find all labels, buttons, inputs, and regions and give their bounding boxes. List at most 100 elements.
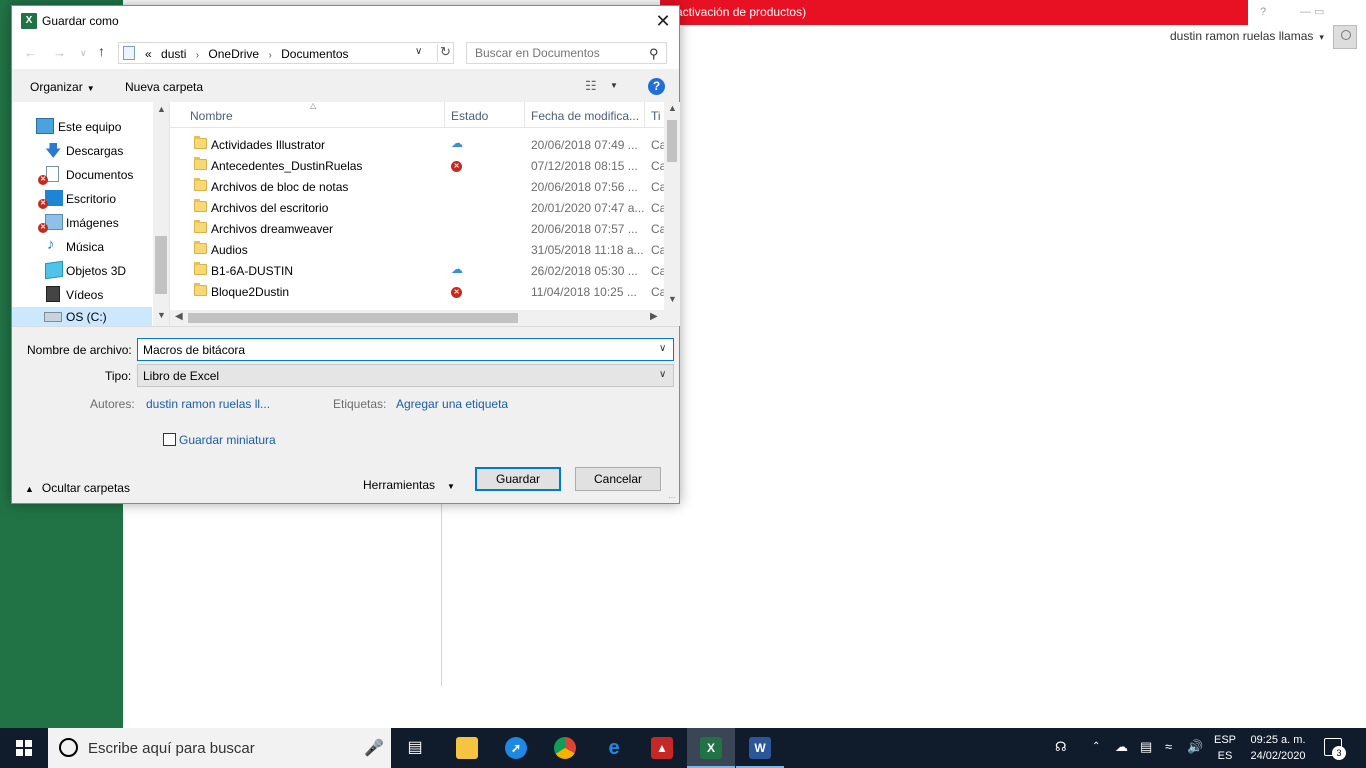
window-controls[interactable]: — ▭ <box>1300 5 1324 18</box>
cloud-icon: ☁ <box>451 262 463 276</box>
app-red-icon[interactable]: ▲ <box>638 728 686 768</box>
onedrive-icon[interactable]: ☁ <box>1115 739 1128 755</box>
file-row[interactable]: Archivos dreamweaver 20/06/2018 07:57 ..… <box>170 218 664 239</box>
column-header-status[interactable]: Estado <box>451 109 488 123</box>
chevron-down-icon[interactable]: ∨ <box>415 46 422 57</box>
scroll-left-icon[interactable]: ◀ <box>175 311 183 322</box>
search-box: ⚲ <box>466 42 667 64</box>
close-button[interactable]: ✕ <box>649 8 677 34</box>
breadcrumb-item[interactable]: dusti <box>161 47 186 61</box>
language-indicator[interactable]: ESP ES <box>1214 732 1236 764</box>
computer-icon <box>36 118 54 134</box>
folder-icon <box>194 241 207 254</box>
scroll-up-icon[interactable]: ▲ <box>668 103 677 113</box>
file-list-horizontal-scrollbar[interactable]: ◀ ▶ <box>170 310 680 326</box>
nav-item-este-equipo[interactable]: Este equipo <box>12 115 152 139</box>
view-options-icon[interactable]: ☷ <box>585 78 597 94</box>
breadcrumb-overflow[interactable]: « <box>145 47 152 61</box>
file-list-scrollbar[interactable]: ▲ ▼ <box>664 102 680 310</box>
add-tag-link[interactable]: Agregar una etiqueta <box>396 397 508 411</box>
save-button[interactable]: Guardar <box>475 467 561 491</box>
scrollbar-thumb[interactable] <box>155 236 167 294</box>
task-view-icon[interactable]: ▤ <box>391 728 439 768</box>
tools-button[interactable]: Herramientas ▼ <box>363 478 455 492</box>
navigation-scrollbar[interactable]: ▲ ▼ <box>153 102 169 326</box>
word-icon[interactable]: W <box>736 728 784 768</box>
navigation-pane: Este equipo 🡇 Descargas ✕ Documentos ✕ E… <box>12 102 169 326</box>
music-icon: ♪ <box>47 236 55 253</box>
back-arrow-icon[interactable]: ← <box>24 45 37 60</box>
file-row[interactable]: Antecedentes_DustinRuelas ✕ 07/12/2018 0… <box>170 155 664 176</box>
breadcrumb-item[interactable]: OneDrive <box>208 47 259 61</box>
safari-icon[interactable]: ➚ <box>492 728 540 768</box>
file-type-select[interactable]: Libro de Excel ∨ <box>137 364 674 387</box>
chrome-icon[interactable] <box>541 728 589 768</box>
up-arrow-icon[interactable]: ↑ <box>98 43 105 59</box>
nav-item-os-c[interactable]: OS (C:) <box>12 307 152 326</box>
chevron-right-icon[interactable]: › <box>196 50 199 61</box>
file-row[interactable]: Audios 31/05/2018 11:18 a... Ca <box>170 239 664 260</box>
chevron-right-icon[interactable]: › <box>268 50 271 61</box>
search-input[interactable] <box>467 43 645 63</box>
breadcrumb-item[interactable]: Documentos <box>281 47 348 61</box>
nav-item-descargas[interactable]: 🡇 Descargas <box>12 139 152 163</box>
clock[interactable]: 09:25 a. m. 24/02/2020 <box>1246 732 1310 764</box>
help-icon[interactable]: ? <box>648 78 665 95</box>
recent-locations-icon[interactable]: ∨ <box>80 48 87 59</box>
volume-icon[interactable]: 🔊 <box>1187 739 1203 755</box>
scrollbar-thumb[interactable] <box>188 313 518 323</box>
edge-icon[interactable]: e <box>590 728 638 768</box>
save-thumbnail-label[interactable]: Guardar miniatura <box>179 433 276 447</box>
scroll-down-icon[interactable]: ▼ <box>157 310 166 320</box>
authors-link[interactable]: dustin ramon ruelas ll... <box>146 397 270 411</box>
avatar[interactable] <box>1333 25 1357 49</box>
scroll-right-icon[interactable]: ▶ <box>650 311 658 322</box>
search-icon[interactable]: ⚲ <box>649 46 659 62</box>
hide-folders-button[interactable]: ▲ Ocultar carpetas <box>25 481 130 495</box>
folder-icon <box>194 220 207 233</box>
nav-item-musica[interactable]: ♪ Música <box>12 235 152 259</box>
taskbar-search-box[interactable]: Escribe aquí para buscar 🎤 <box>48 728 391 768</box>
chevron-down-icon[interactable]: ▼ <box>610 81 618 90</box>
column-header-date[interactable]: Fecha de modifica... <box>531 109 639 123</box>
chevron-up-icon[interactable]: ⌃ <box>1092 741 1100 752</box>
column-divider[interactable] <box>644 102 645 128</box>
microphone-icon[interactable]: 🎤 <box>364 738 384 758</box>
people-icon[interactable]: ☊ <box>1055 739 1067 755</box>
help-icon[interactable]: ? <box>1260 6 1266 18</box>
nav-item-escritorio[interactable]: ✕ Escritorio <box>12 187 152 211</box>
column-divider[interactable] <box>444 102 445 128</box>
column-header-type[interactable]: Ti <box>651 109 664 123</box>
nav-item-videos[interactable]: Vídeos <box>12 283 152 307</box>
network-icon[interactable]: ▤ <box>1140 739 1152 755</box>
address-bar[interactable]: « dusti › OneDrive › Documentos ∨ ↻ <box>118 42 454 64</box>
account-name[interactable]: dustin ramon ruelas llamas ▾ <box>1170 29 1324 43</box>
scrollbar-thumb[interactable] <box>667 120 677 162</box>
excel-icon[interactable]: X <box>687 728 735 768</box>
file-row[interactable]: Bloque2Dustin ✕ 11/04/2018 10:25 ... Ca <box>170 281 664 302</box>
scroll-down-icon[interactable]: ▼ <box>668 294 677 304</box>
nav-item-objetos-3d[interactable]: Objetos 3D <box>12 259 152 283</box>
file-row[interactable]: Actividades Illustrator ☁ 20/06/2018 07:… <box>170 134 664 155</box>
nav-item-documentos[interactable]: ✕ Documentos <box>12 163 152 187</box>
activation-banner[interactable]: activación de productos) <box>660 0 1248 25</box>
nav-item-imagenes[interactable]: ✕ Imágenes <box>12 211 152 235</box>
scroll-up-icon[interactable]: ▲ <box>157 104 166 114</box>
resize-grip-icon[interactable]: ⋯ <box>668 493 676 502</box>
column-divider[interactable] <box>524 102 525 128</box>
column-header-name[interactable]: Nombre <box>190 109 233 123</box>
file-row[interactable]: Archivos de bloc de notas 20/06/2018 07:… <box>170 176 664 197</box>
file-row[interactable]: B1-6A-DUSTIN ☁ 26/02/2018 05:30 ... Ca <box>170 260 664 281</box>
wifi-icon[interactable]: ≈ <box>1165 739 1172 754</box>
new-folder-button[interactable]: Nueva carpeta <box>125 80 203 94</box>
file-row[interactable]: Archivos del escritorio 20/01/2020 07:47… <box>170 197 664 218</box>
file-explorer-icon[interactable] <box>443 728 491 768</box>
refresh-icon[interactable]: ↻ <box>437 44 453 62</box>
organize-button[interactable]: Organizar ▼ <box>30 80 95 94</box>
save-thumbnail-checkbox[interactable] <box>163 433 176 446</box>
cancel-button[interactable]: Cancelar <box>575 467 661 491</box>
forward-arrow-icon[interactable]: → <box>53 45 66 60</box>
chevron-down-icon[interactable]: ∨ <box>659 343 666 354</box>
filename-field[interactable] <box>138 339 653 360</box>
start-button[interactable] <box>0 728 48 768</box>
